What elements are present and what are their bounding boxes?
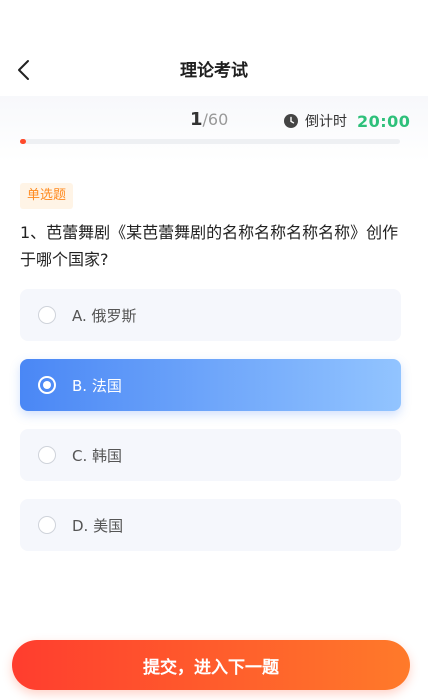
option-label: B. 法国 (72, 376, 122, 395)
answer-options: A. 俄罗斯 B. 法国 C. 韩国 D. 美国 (20, 289, 401, 569)
option-b[interactable]: B. 法国 (20, 359, 401, 411)
option-label: A. 俄罗斯 (72, 306, 137, 325)
header: 理论考试 (0, 0, 428, 96)
radio-icon (38, 376, 56, 394)
question-text: 1、芭蕾舞剧《某芭蕾舞剧的名称名称名称名称》创作于哪个国家? (20, 223, 399, 269)
current-question-number: 1 (190, 109, 203, 130)
total-questions: /60 (202, 110, 229, 129)
countdown-timer: 倒计时 20:00 (284, 111, 410, 131)
progress-panel: 1/60 倒计时 20:00 (0, 96, 428, 162)
question-counter: 1/60 (190, 109, 228, 130)
option-label: D. 美国 (72, 516, 124, 535)
option-label: C. 韩国 (72, 446, 123, 465)
submit-next-button[interactable]: 提交，进入下一题 (12, 640, 410, 690)
radio-icon (38, 446, 56, 464)
progress-bar (20, 139, 400, 144)
page-title: 理论考试 (180, 61, 248, 81)
timer-label: 倒计时 (305, 114, 347, 130)
timer-value: 20:00 (357, 111, 411, 131)
option-a[interactable]: A. 俄罗斯 (20, 289, 401, 341)
question-type-badge: 单选题 (20, 183, 74, 209)
clock-icon (284, 114, 298, 128)
radio-icon (38, 306, 56, 324)
option-d[interactable]: D. 美国 (20, 499, 401, 551)
option-c[interactable]: C. 韩国 (20, 429, 401, 481)
radio-icon (38, 516, 56, 534)
progress-bar-fill (20, 139, 26, 144)
